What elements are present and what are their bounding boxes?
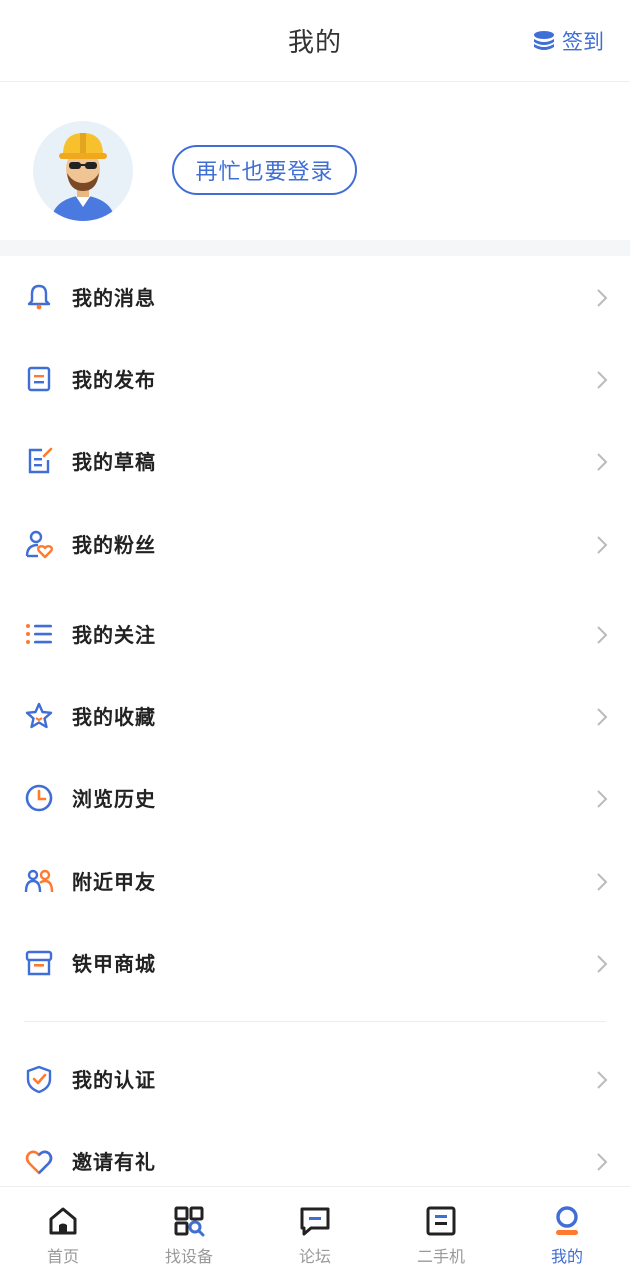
menu-item-nearby[interactable]: 附近甲友	[0, 842, 630, 922]
tab-home[interactable]: 首页	[0, 1187, 126, 1280]
menu-item-label: 我的关注	[72, 623, 156, 647]
menu-item-messages[interactable]: 我的消息	[0, 258, 630, 338]
edit-note-icon	[28, 447, 53, 474]
chevron-right-icon	[597, 708, 608, 726]
shield-check-icon	[26, 1065, 52, 1094]
tab-label: 二手机	[416, 1247, 465, 1266]
chevron-right-icon	[597, 873, 608, 891]
user-icon	[556, 1206, 578, 1235]
menu-item-drafts[interactable]: 我的草稿	[0, 422, 630, 502]
menu-item-following[interactable]: 我的关注	[0, 595, 630, 675]
menu-item-posts[interactable]: 我的发布	[0, 340, 630, 420]
person-heart-icon	[25, 530, 53, 559]
menu-item-label: 我的收藏	[72, 705, 156, 729]
bell-icon	[27, 284, 51, 310]
chevron-right-icon	[597, 955, 608, 973]
menu-item-label: 我的草稿	[72, 450, 156, 474]
tab-label: 找设备	[164, 1247, 213, 1266]
chevron-right-icon	[597, 453, 608, 471]
avatar[interactable]	[33, 121, 133, 221]
menu-item-history[interactable]: 浏览历史	[0, 759, 630, 839]
tab-label: 首页	[46, 1247, 79, 1266]
worker-avatar-icon	[51, 133, 115, 221]
section-gap	[0, 240, 630, 256]
store-icon	[25, 950, 53, 976]
menu-item-store[interactable]: 铁甲商城	[0, 924, 630, 1004]
bottom-tab-bar: 首页 找设备 论坛 二手机 我的	[0, 1186, 630, 1280]
clock-icon	[25, 784, 53, 812]
chevron-right-icon	[597, 1071, 608, 1089]
menu-item-label: 附近甲友	[72, 870, 156, 894]
chevron-right-icon	[597, 289, 608, 307]
section-divider	[24, 1021, 606, 1022]
menu-item-label: 铁甲商城	[72, 952, 156, 976]
chevron-right-icon	[597, 626, 608, 644]
menu-item-fans[interactable]: 我的粉丝	[0, 505, 630, 585]
login-button[interactable]: 再忙也要登录	[172, 145, 357, 195]
chevron-right-icon	[597, 536, 608, 554]
checkin-button[interactable]: 签到	[532, 26, 604, 56]
chevron-right-icon	[597, 371, 608, 389]
menu-item-label: 浏览历史	[72, 787, 156, 811]
header: 我的 签到	[0, 0, 630, 82]
tab-mine[interactable]: 我的	[504, 1187, 630, 1280]
list-icon	[26, 624, 52, 644]
heart-icon	[25, 1150, 53, 1175]
machine-icon	[426, 1206, 456, 1236]
checkin-label: 签到	[562, 30, 604, 54]
chevron-right-icon	[597, 790, 608, 808]
chat-icon	[300, 1207, 330, 1236]
star-icon	[25, 702, 53, 729]
tab-label: 我的	[550, 1247, 583, 1266]
chevron-right-icon	[597, 1153, 608, 1171]
tab-used-machines[interactable]: 二手机	[378, 1187, 504, 1280]
menu-item-favorites[interactable]: 我的收藏	[0, 677, 630, 757]
people-icon	[24, 869, 54, 893]
tab-find-equipment[interactable]: 找设备	[126, 1187, 252, 1280]
menu-item-label: 我的粉丝	[72, 533, 156, 557]
profile-section: 再忙也要登录	[0, 83, 630, 240]
home-icon	[49, 1207, 77, 1235]
grid-search-icon	[174, 1206, 205, 1237]
menu-item-verification[interactable]: 我的认证	[0, 1040, 630, 1120]
coins-stack-icon	[534, 31, 554, 50]
menu-item-label: 我的发布	[72, 368, 156, 392]
menu-item-label: 我的认证	[72, 1068, 156, 1092]
tab-label: 论坛	[298, 1247, 331, 1266]
menu-item-label: 我的消息	[72, 286, 156, 310]
document-icon	[27, 366, 51, 392]
tab-forum[interactable]: 论坛	[252, 1187, 378, 1280]
